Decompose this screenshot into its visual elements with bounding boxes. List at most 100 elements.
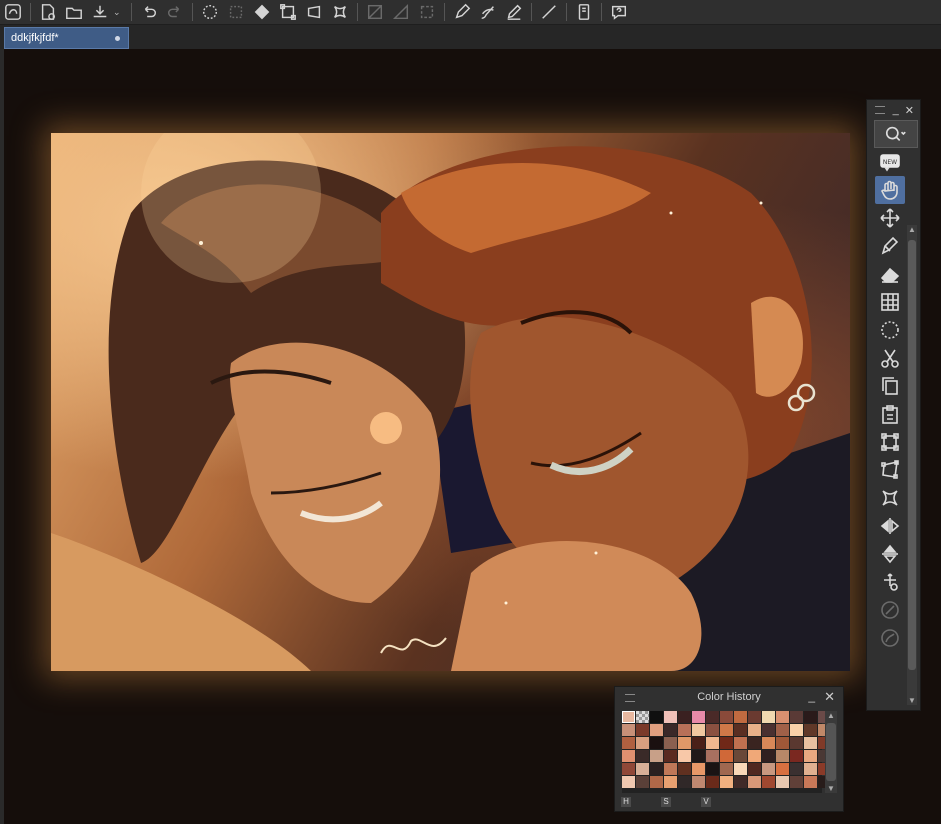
blend-disabled-icon[interactable] xyxy=(875,624,905,652)
color-swatch[interactable] xyxy=(734,711,747,723)
color-swatch[interactable] xyxy=(650,750,663,762)
color-swatch[interactable] xyxy=(790,750,803,762)
color-swatch[interactable] xyxy=(762,750,775,762)
tablet-icon[interactable] xyxy=(573,1,595,23)
copy-icon[interactable] xyxy=(875,372,905,400)
color-swatch[interactable] xyxy=(720,763,733,775)
scroll-up-icon[interactable]: ▲ xyxy=(907,225,917,234)
color-swatch[interactable] xyxy=(664,776,677,788)
transform-icon[interactable] xyxy=(875,428,905,456)
artwork-canvas[interactable] xyxy=(51,133,850,671)
color-swatch[interactable] xyxy=(692,737,705,749)
palette-grip-icon[interactable] xyxy=(875,106,885,114)
color-swatch[interactable] xyxy=(762,763,775,775)
color-swatch[interactable] xyxy=(706,750,719,762)
color-swatch[interactable] xyxy=(804,737,817,749)
color-swatch[interactable] xyxy=(790,737,803,749)
app-logo-icon[interactable] xyxy=(2,1,24,23)
save-dropdown-icon[interactable]: ⌄ xyxy=(113,7,123,18)
color-swatch[interactable] xyxy=(748,776,761,788)
transform-icon[interactable] xyxy=(277,1,299,23)
color-swatch[interactable] xyxy=(804,711,817,723)
anchor-icon[interactable] xyxy=(875,568,905,596)
color-swatch[interactable] xyxy=(706,776,719,788)
color-swatch[interactable] xyxy=(692,776,705,788)
color-swatch[interactable] xyxy=(790,711,803,723)
hue-button[interactable]: H xyxy=(621,797,631,807)
color-swatch[interactable] xyxy=(734,724,747,736)
minimize-icon[interactable]: _ xyxy=(808,689,815,703)
save-icon[interactable] xyxy=(89,1,111,23)
color-swatch[interactable] xyxy=(692,763,705,775)
color-swatch[interactable] xyxy=(790,763,803,775)
mesh-icon[interactable] xyxy=(329,1,351,23)
lasso-icon[interactable] xyxy=(875,316,905,344)
color-history-scrollbar[interactable]: ▲ ▼ xyxy=(825,711,837,793)
color-swatch[interactable] xyxy=(664,711,677,723)
color-swatch[interactable] xyxy=(762,711,775,723)
zoom-tool-selector[interactable] xyxy=(874,120,918,148)
ruler-icon[interactable] xyxy=(390,1,412,23)
distort-icon[interactable] xyxy=(875,456,905,484)
scroll-thumb[interactable] xyxy=(908,240,916,670)
color-swatch[interactable] xyxy=(678,737,691,749)
scroll-down-icon[interactable]: ▼ xyxy=(825,784,837,793)
open-folder-icon[interactable] xyxy=(63,1,85,23)
color-swatch[interactable] xyxy=(692,750,705,762)
color-swatch[interactable] xyxy=(748,737,761,749)
color-swatch[interactable] xyxy=(678,776,691,788)
color-swatch[interactable] xyxy=(622,750,635,762)
color-swatch[interactable] xyxy=(622,737,635,749)
color-swatch[interactable] xyxy=(734,763,747,775)
color-swatch[interactable] xyxy=(678,763,691,775)
color-swatch[interactable] xyxy=(622,776,635,788)
color-swatch[interactable] xyxy=(720,724,733,736)
color-swatch[interactable] xyxy=(762,737,775,749)
color-swatch[interactable] xyxy=(776,750,789,762)
undo-icon[interactable] xyxy=(138,1,160,23)
color-swatch[interactable] xyxy=(692,711,705,723)
color-swatch[interactable] xyxy=(776,737,789,749)
color-swatch[interactable] xyxy=(664,737,677,749)
flip-vertical-icon[interactable] xyxy=(875,540,905,568)
close-icon[interactable]: ✕ xyxy=(824,689,835,705)
frame-icon[interactable] xyxy=(416,1,438,23)
color-swatch[interactable] xyxy=(776,724,789,736)
new-file-icon[interactable] xyxy=(37,1,59,23)
color-swatch[interactable] xyxy=(720,737,733,749)
color-swatch[interactable] xyxy=(804,724,817,736)
scroll-thumb[interactable] xyxy=(826,723,836,781)
color-swatch[interactable] xyxy=(650,776,663,788)
color-swatch[interactable] xyxy=(678,750,691,762)
color-swatch[interactable] xyxy=(636,776,649,788)
eraser-icon[interactable] xyxy=(875,260,905,288)
color-swatch[interactable] xyxy=(664,724,677,736)
tool-palette-scrollbar[interactable]: ▲ ▼ xyxy=(907,225,917,705)
paste-icon[interactable] xyxy=(875,400,905,428)
color-swatch[interactable] xyxy=(706,737,719,749)
line-icon[interactable] xyxy=(538,1,560,23)
color-swatch[interactable] xyxy=(734,776,747,788)
color-swatch[interactable] xyxy=(790,776,803,788)
color-swatch[interactable] xyxy=(650,711,663,723)
new-badge-icon[interactable]: NEW xyxy=(875,148,905,176)
brush-icon[interactable] xyxy=(477,1,499,23)
color-swatch[interactable] xyxy=(622,763,635,775)
scissors-icon[interactable] xyxy=(875,344,905,372)
color-swatch[interactable] xyxy=(762,724,775,736)
deselect-icon[interactable] xyxy=(225,1,247,23)
color-swatch[interactable] xyxy=(734,737,747,749)
fill-icon[interactable] xyxy=(251,1,273,23)
color-swatch[interactable] xyxy=(636,763,649,775)
help-icon[interactable] xyxy=(608,1,630,23)
color-swatch[interactable] xyxy=(636,724,649,736)
color-swatch[interactable] xyxy=(776,776,789,788)
color-swatch[interactable] xyxy=(664,763,677,775)
color-swatch[interactable] xyxy=(804,750,817,762)
document-tab[interactable]: ddkjfkjfdf* xyxy=(4,27,129,49)
color-swatch[interactable] xyxy=(650,737,663,749)
edit-icon[interactable] xyxy=(451,1,473,23)
saturation-button[interactable]: S xyxy=(661,797,671,807)
fill-disabled-icon[interactable] xyxy=(875,596,905,624)
color-swatch[interactable] xyxy=(748,724,761,736)
